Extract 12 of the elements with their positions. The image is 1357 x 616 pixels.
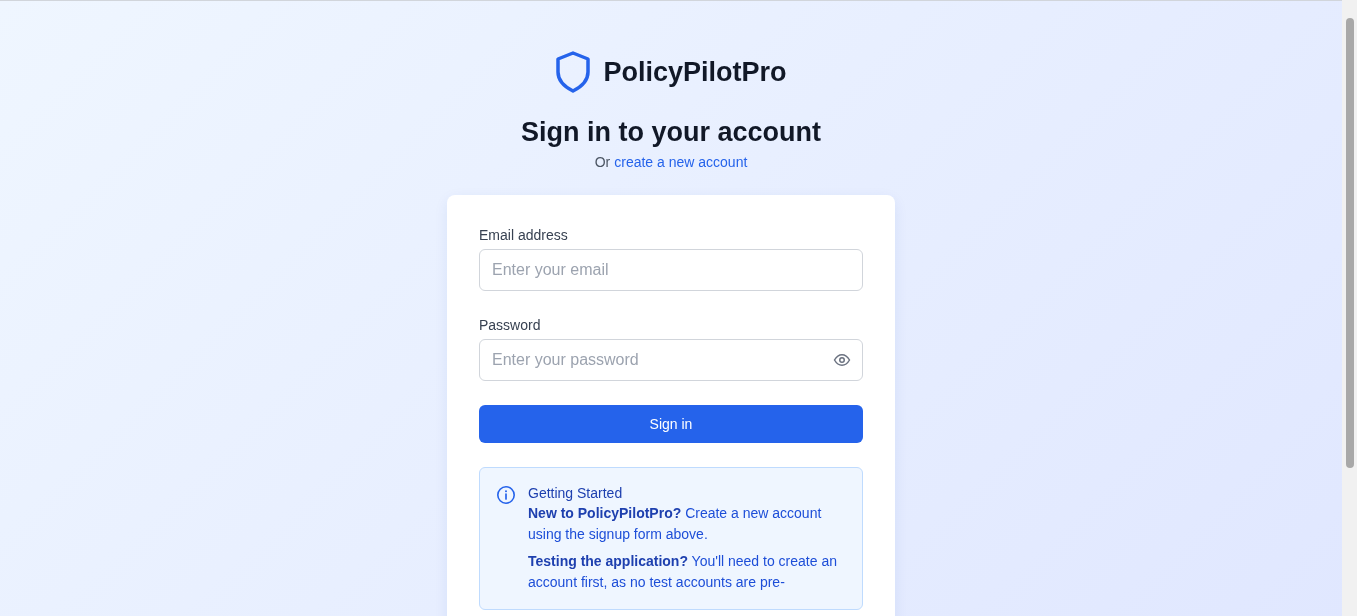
create-account-link[interactable]: create a new account [614, 152, 748, 172]
subtitle-text: Or [594, 153, 611, 172]
password-field[interactable]: Enter your password [479, 339, 863, 381]
sign-in-button[interactable]: Sign in [479, 405, 863, 443]
notice-text: Testing the application? You'll need to create an account first, as no test accounts are pre- [528, 552, 838, 592]
page-title: Sign in to your account [521, 116, 821, 148]
notice-title: Getting Started [528, 484, 624, 503]
app-name: PolicyPilotPro [603, 56, 787, 88]
email-field[interactable]: Enter your email [479, 249, 863, 291]
notice-text: New to PolicyPilotPro? Create a new account using the signup form above. [528, 504, 823, 544]
field-label: Password [479, 316, 542, 335]
field-label: Email address [479, 226, 569, 245]
